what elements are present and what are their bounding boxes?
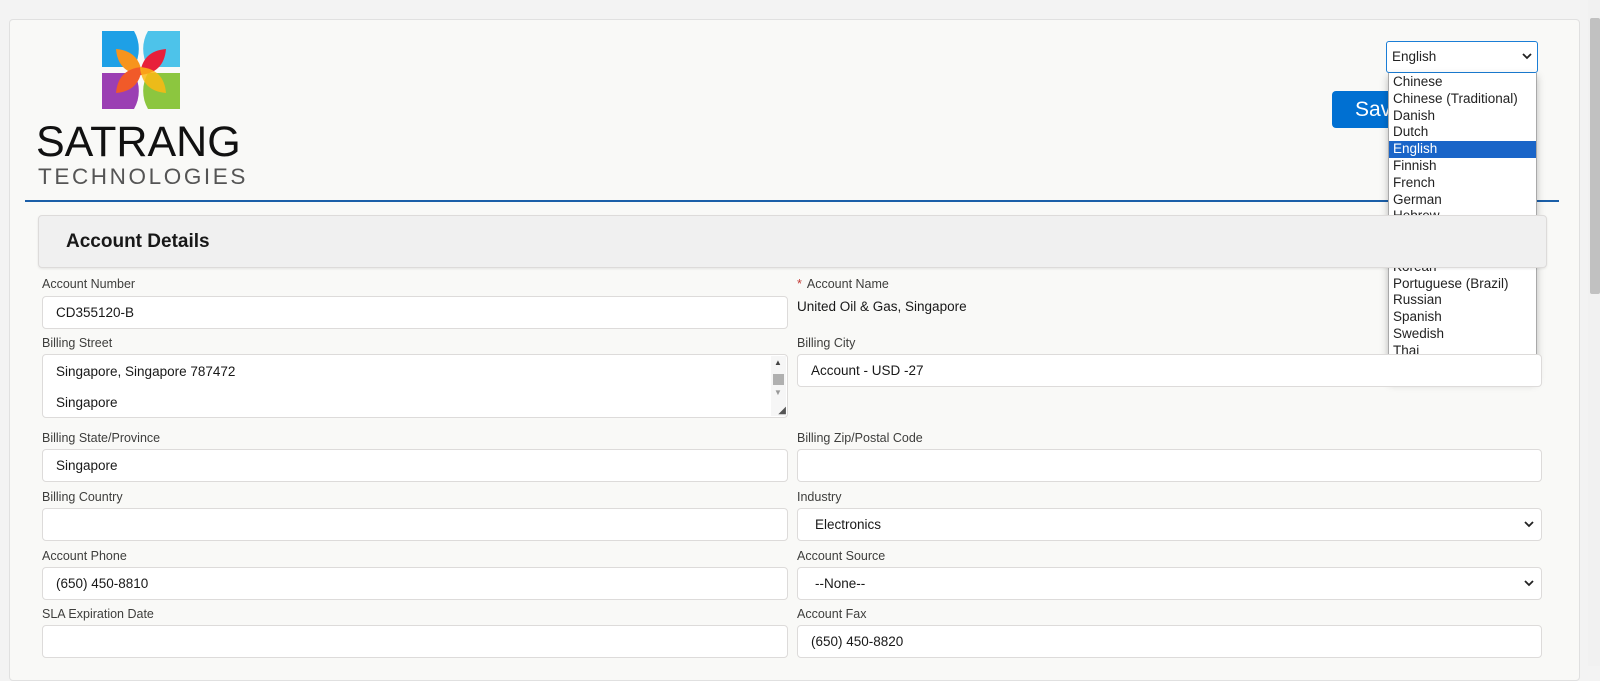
sla-expiration-input[interactable] bbox=[42, 625, 788, 658]
language-option[interactable]: German bbox=[1389, 192, 1536, 209]
billing-zip-label: Billing Zip/Postal Code bbox=[797, 431, 923, 445]
billing-country-label: Billing Country bbox=[42, 490, 123, 504]
petal-logo-icon bbox=[102, 31, 180, 109]
language-option[interactable]: Russian bbox=[1389, 292, 1536, 309]
logo-wordmark: SATRANG bbox=[36, 118, 241, 166]
account-number-label: Account Number bbox=[42, 277, 136, 291]
billing-street-line-2: Singapore bbox=[56, 395, 118, 410]
account-fax-input[interactable]: (650) 450-8820 bbox=[797, 625, 1542, 658]
billing-country-input[interactable] bbox=[42, 508, 788, 541]
logo-subtitle: TECHNOLOGIES bbox=[38, 164, 248, 189]
textarea-scroll-thumb[interactable] bbox=[773, 374, 784, 385]
billing-state-label: Billing State/Province bbox=[42, 431, 161, 445]
billing-street-line-1: Singapore, Singapore 787472 bbox=[56, 364, 236, 379]
billing-street-label: Billing Street bbox=[42, 336, 113, 350]
billing-zip-input[interactable] bbox=[797, 449, 1542, 482]
language-option[interactable]: Spanish bbox=[1389, 309, 1536, 326]
sla-expiration-label: SLA Expiration Date bbox=[42, 607, 154, 621]
language-option[interactable]: French bbox=[1389, 175, 1536, 192]
chevron-down-icon bbox=[1523, 509, 1535, 552]
language-option[interactable]: Portuguese (Brazil) bbox=[1389, 276, 1536, 293]
language-option[interactable]: Danish bbox=[1389, 108, 1536, 125]
account-name-label-text: Account Name bbox=[806, 277, 889, 291]
language-option[interactable]: English bbox=[1389, 141, 1536, 158]
language-option[interactable]: Finnish bbox=[1389, 158, 1536, 175]
account-number-input[interactable]: CD355120-B bbox=[42, 296, 788, 329]
scroll-down-icon[interactable]: ▼ bbox=[774, 388, 782, 397]
header-divider bbox=[25, 200, 1559, 202]
billing-city-input[interactable]: Account - USD -27 bbox=[797, 354, 1542, 387]
language-select[interactable]: English bbox=[1386, 41, 1538, 73]
billing-street-textarea[interactable]: Singapore, Singapore 787472 Singapore ▲ … bbox=[42, 354, 788, 418]
required-mark: * bbox=[797, 277, 802, 291]
account-source-label: Account Source bbox=[797, 549, 886, 563]
language-option[interactable]: Swedish bbox=[1389, 326, 1536, 343]
account-source-select[interactable]: --None-- bbox=[797, 567, 1542, 600]
account-details-section-header: Account Details bbox=[38, 215, 1547, 268]
chevron-down-icon bbox=[1523, 568, 1535, 611]
scroll-up-icon[interactable]: ▲ bbox=[774, 358, 782, 367]
language-option[interactable]: Chinese bbox=[1389, 74, 1536, 91]
industry-select-value: Electronics bbox=[815, 517, 882, 532]
account-fax-label: Account Fax bbox=[797, 607, 867, 621]
industry-select[interactable]: Electronics bbox=[797, 508, 1542, 541]
account-source-select-value: --None-- bbox=[815, 576, 866, 591]
language-option[interactable]: Dutch bbox=[1389, 124, 1536, 141]
language-option[interactable]: Chinese (Traditional) bbox=[1389, 91, 1536, 108]
company-logo: SATRANG TECHNOLOGIES bbox=[36, 31, 246, 191]
account-phone-label: Account Phone bbox=[42, 549, 127, 563]
account-name-label: * Account Name bbox=[797, 277, 889, 291]
page-scrollbar-thumb[interactable] bbox=[1590, 18, 1600, 294]
billing-state-input[interactable]: Singapore bbox=[42, 449, 788, 482]
industry-label: Industry bbox=[797, 490, 842, 504]
resize-grip-icon[interactable]: ◢ bbox=[778, 405, 786, 416]
billing-city-label: Billing City bbox=[797, 336, 856, 350]
language-select-value: English bbox=[1392, 49, 1437, 64]
section-title: Account Details bbox=[66, 231, 210, 252]
account-phone-input[interactable]: (650) 450-8810 bbox=[42, 567, 788, 600]
account-name-value: United Oil & Gas, Singapore bbox=[797, 299, 967, 314]
